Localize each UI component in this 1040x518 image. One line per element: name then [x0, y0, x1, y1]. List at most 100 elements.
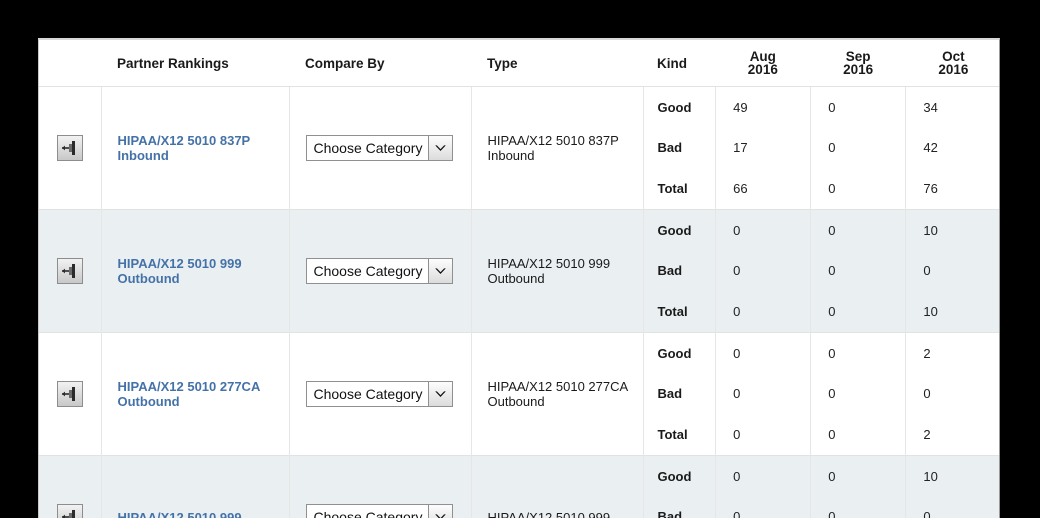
compare-by-cell[interactable]: Choose Category [288, 86, 471, 210]
header-month-0-year: 2016 [747, 62, 778, 77]
metric-value-total-month-1: 0 [810, 414, 906, 455]
table-row-1[interactable]: HIPAA/X12 5010 999 Outbound Choose Categ… [39, 209, 999, 333]
metric-row-good: Good 0 0 10 [644, 210, 999, 251]
pushpin-icon[interactable] [56, 381, 83, 407]
header-type: Type [471, 40, 643, 87]
metrics-body: Good 0 0 2 Bad 0 0 0 Total 0 0 2 [644, 333, 999, 455]
partner-cell[interactable]: HIPAA/X12 5010 837P Inbound [100, 86, 289, 210]
table-row-3[interactable]: HIPAA/X12 5010 999 Choose Category HIPAA… [39, 455, 999, 518]
metric-value-total-month-2: 2 [905, 414, 999, 455]
type-cell: HIPAA/X12 5010 999 [470, 455, 643, 518]
metric-label-bad: Bad [657, 509, 683, 518]
metric-value-good-month-1: 0 [810, 210, 906, 251]
metric-row-bad: Bad 0 0 0 [644, 250, 999, 292]
metric-value-good-month-1: 0 [810, 87, 906, 128]
category-select-value: Choose Category [313, 386, 423, 402]
table-body: HIPAA/X12 5010 837P Inbound Choose Categ… [39, 86, 999, 518]
type-text: HIPAA/X12 5010 999 Outbound [488, 256, 611, 286]
metric-value-total-month-0: 66 [715, 168, 811, 209]
category-select[interactable]: Choose Category [305, 381, 454, 407]
type-text-line1: HIPAA/X12 5010 277CA [487, 379, 629, 394]
type-text-line1: HIPAA/X12 5010 837P [487, 133, 619, 148]
chevron-down-icon[interactable] [428, 259, 453, 283]
metric-value-bad-month-0: 17 [715, 127, 811, 169]
metrics-body: Good 0 0 10 Bad 0 0 0 Total 0 0 10 [644, 210, 999, 332]
metric-value-bad-month-2: 42 [905, 127, 999, 169]
metric-row-total: Total 0 0 2 [644, 414, 999, 455]
partner-link[interactable]: HIPAA/X12 5010 999 Outbound [118, 256, 279, 286]
partner-cell[interactable]: HIPAA/X12 5010 999 Outbound [100, 209, 289, 333]
partner-rankings-table: Partner Rankings Compare By Type Kind Au… [39, 40, 999, 518]
metric-value-good-month-2: 10 [905, 456, 999, 497]
category-select[interactable]: Choose Category [305, 135, 454, 161]
metric-label-total: Total [657, 181, 688, 197]
metric-value-good-month-2: 10 [905, 210, 999, 251]
type-cell: HIPAA/X12 5010 999 Outbound [470, 209, 643, 333]
type-text: HIPAA/X12 5010 277CA Outbound [488, 379, 629, 409]
type-text: HIPAA/X12 5010 837P Inbound [488, 133, 619, 163]
metric-value-bad-month-1: 0 [810, 496, 906, 518]
category-select[interactable]: Choose Category [305, 258, 454, 284]
partner-cell[interactable]: HIPAA/X12 5010 277CA Outbound [100, 332, 289, 456]
partner-link[interactable]: HIPAA/X12 5010 277CA Outbound [118, 379, 279, 409]
type-text-line1: HIPAA/X12 5010 999 [487, 256, 611, 271]
table-row-0[interactable]: HIPAA/X12 5010 837P Inbound Choose Categ… [39, 86, 999, 210]
metric-row-good: Good 49 0 34 [644, 87, 999, 128]
metric-value-total-month-2: 10 [905, 291, 999, 332]
pin-cell[interactable] [39, 332, 101, 456]
metric-value-bad-month-0: 0 [715, 373, 811, 415]
metrics-cell: Good0010Bad000Total [642, 455, 999, 518]
header-partner-rankings: Partner Rankings [101, 40, 289, 87]
metric-value-total-month-0: 0 [715, 291, 811, 332]
chevron-down-icon[interactable] [428, 382, 453, 406]
metrics-cell: Good 49 0 34 Bad 17 0 42 Total 66 0 76 [642, 86, 999, 210]
category-select[interactable]: Choose Category [305, 504, 454, 518]
pin-cell[interactable] [39, 455, 101, 518]
metric-label-total: Total [657, 304, 688, 320]
pin-cell[interactable] [39, 209, 101, 333]
metrics-table: Good0010Bad000Total [644, 456, 999, 518]
metric-value-good-month-0: 0 [715, 456, 811, 497]
metric-label-good: Good [657, 222, 692, 238]
type-text-line2: Inbound [487, 148, 535, 163]
partner-link-line1: HIPAA/X12 5010 999 [117, 509, 242, 518]
header-row: Partner Rankings Compare By Type Kind Au… [39, 40, 999, 87]
metric-value-good-month-1: 0 [810, 333, 906, 374]
metric-label-bad: Bad [657, 386, 683, 402]
metrics-table: Good 0 0 2 Bad 0 0 0 Total 0 0 2 [644, 333, 999, 455]
metric-value-good-month-1: 0 [810, 456, 906, 497]
partner-link-line1: HIPAA/X12 5010 837P [117, 133, 251, 148]
compare-by-cell[interactable]: Choose Category [288, 455, 471, 518]
metric-row-good: Good 0 0 10 [644, 456, 999, 497]
pushpin-icon[interactable] [56, 135, 83, 161]
pin-cell[interactable] [39, 86, 101, 210]
metric-label-good: Good [657, 99, 692, 115]
header-month-0: Aug 2016 [715, 49, 810, 77]
metric-value-bad-month-2: 0 [905, 373, 999, 415]
metric-value-good-month-0: 0 [715, 210, 811, 251]
partner-link-line1: HIPAA/X12 5010 277CA [117, 379, 261, 394]
metric-label-bad: Bad [657, 263, 683, 279]
pushpin-icon[interactable] [56, 258, 83, 284]
metric-value-bad-month-1: 0 [810, 127, 906, 169]
metrics-table: Good 0 0 10 Bad 0 0 0 Total 0 0 10 [644, 210, 999, 332]
category-select-value: Choose Category [313, 509, 423, 518]
compare-by-cell[interactable]: Choose Category [288, 332, 471, 456]
chevron-down-icon[interactable] [428, 136, 453, 160]
chevron-down-icon[interactable] [428, 505, 453, 518]
pushpin-icon[interactable] [56, 504, 83, 518]
metrics-body: Good0010Bad000Total [644, 456, 999, 518]
partner-link[interactable]: HIPAA/X12 5010 837P Inbound [118, 133, 279, 163]
compare-by-cell[interactable]: Choose Category [288, 209, 471, 333]
metric-value-total-month-1: 0 [810, 168, 906, 209]
metric-label-total: Total [657, 427, 688, 443]
partner-link-line2: Outbound [117, 394, 180, 409]
metric-value-total-month-0: 0 [715, 414, 811, 455]
category-select-value: Choose Category [313, 263, 423, 279]
metrics-body: Good 49 0 34 Bad 17 0 42 Total 66 0 76 [644, 87, 999, 209]
partner-link-line1: HIPAA/X12 5010 999 [117, 256, 242, 271]
partner-link[interactable]: HIPAA/X12 5010 999 [118, 510, 279, 518]
metric-value-bad-month-2: 0 [905, 496, 999, 518]
partner-cell[interactable]: HIPAA/X12 5010 999 [100, 455, 289, 518]
table-row-2[interactable]: HIPAA/X12 5010 277CA Outbound Choose Cat… [39, 332, 999, 456]
